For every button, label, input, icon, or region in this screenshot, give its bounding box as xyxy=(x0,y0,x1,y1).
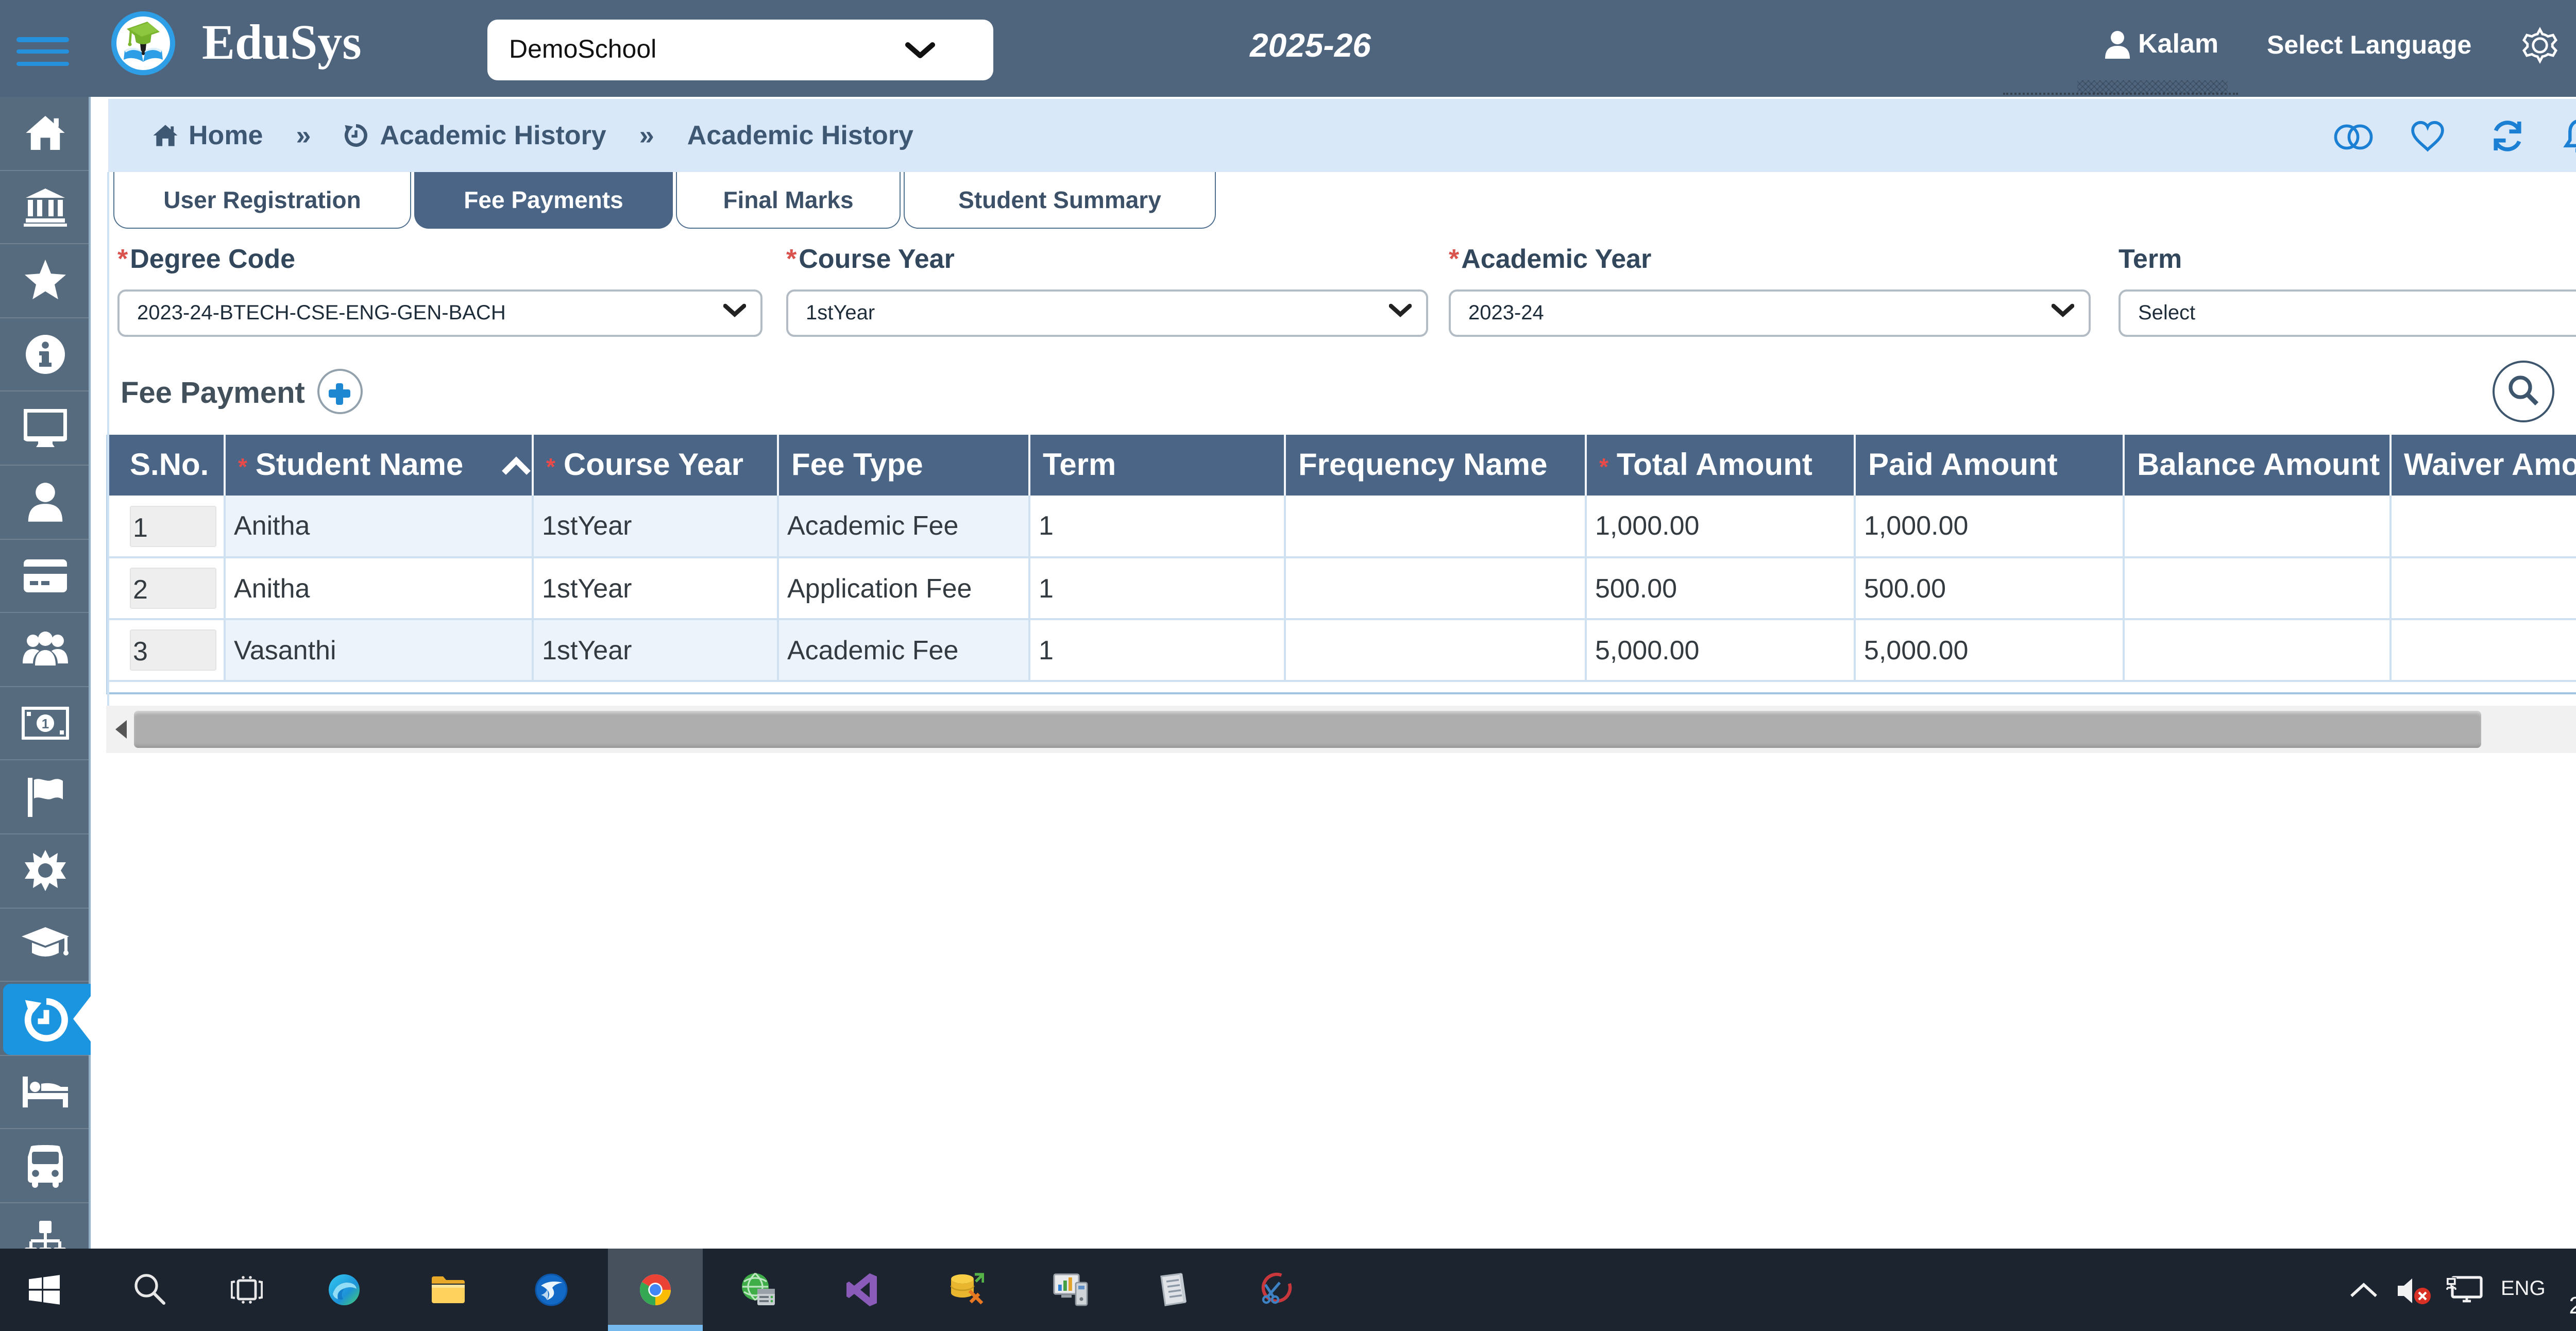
svg-text:1: 1 xyxy=(42,716,49,731)
